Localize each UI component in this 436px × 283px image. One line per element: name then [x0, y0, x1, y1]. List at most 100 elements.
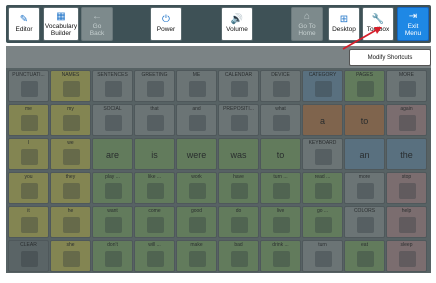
exit-menu-button[interactable]: ⇥ Exit Menu [397, 7, 429, 41]
grid-cell[interactable]: they [50, 172, 91, 204]
grid-cell[interactable]: want [92, 206, 133, 238]
go-to-home-icon: ⌂ [303, 10, 311, 22]
grid-cell-label: that [150, 106, 159, 112]
symbol-picture-icon [21, 81, 38, 97]
grid-cell[interactable]: will ... [134, 240, 175, 272]
grid-cell[interactable]: COLORS [344, 206, 385, 238]
modify-shortcuts-button[interactable]: Modify Shortcuts [349, 49, 431, 66]
grid-cell-label: the [400, 150, 413, 160]
grid-cell[interactable]: turn ... [260, 172, 301, 204]
symbol-picture-icon [273, 81, 290, 97]
grid-cell[interactable]: turn [302, 240, 343, 272]
symbol-picture-icon [21, 251, 38, 267]
go-to-home-button[interactable]: ⌂ Go To Home [291, 7, 323, 41]
grid-cell[interactable]: SENTENCES [92, 70, 133, 102]
grid-cell[interactable]: what [260, 104, 301, 136]
grid-cell[interactable]: I [8, 138, 49, 170]
grid-cell[interactable]: have [218, 172, 259, 204]
grid-cell[interactable]: come [134, 206, 175, 238]
grid-cell[interactable]: was [218, 138, 259, 170]
grid-cell-label: what [275, 106, 286, 112]
symbol-picture-icon [315, 217, 332, 233]
grid-cell-label: an [359, 150, 370, 160]
grid-cell[interactable]: CATEGORY [302, 70, 343, 102]
grid-cell[interactable]: do [218, 206, 259, 238]
grid-cell[interactable]: good [176, 206, 217, 238]
grid-cell[interactable]: the [386, 138, 427, 170]
grid-cell[interactable]: sleep [386, 240, 427, 272]
grid-cell[interactable]: PUNCTUATI... [8, 70, 49, 102]
symbol-picture-icon [147, 251, 164, 267]
grid-cell[interactable]: it [8, 206, 49, 238]
symbol-picture-icon [273, 115, 290, 131]
grid-cell[interactable]: and [176, 104, 217, 136]
go-back-icon: ← [92, 10, 102, 22]
grid-cell-label: bad [234, 242, 243, 248]
toolbox-button[interactable]: 🔧 Toolbox [362, 7, 394, 41]
grid-cell[interactable]: GREETING [134, 70, 175, 102]
grid-cell[interactable]: we [50, 138, 91, 170]
volume-button[interactable]: 🔊 Volume [221, 7, 253, 41]
grid-cell[interactable]: that [134, 104, 175, 136]
grid-cell[interactable]: MORE [386, 70, 427, 102]
grid-cell-label: sleep [400, 242, 413, 248]
grid-cell[interactable]: ME [176, 70, 217, 102]
editor-icon: ✎ [19, 14, 29, 25]
grid-cell[interactable]: she [50, 240, 91, 272]
grid-cell[interactable]: you [8, 172, 49, 204]
grid-cell[interactable]: drink ... [260, 240, 301, 272]
vocabulary-builder-button[interactable]: ▦ Vocabulary Builder [43, 7, 79, 41]
grid-cell[interactable]: PREPOSITI... [218, 104, 259, 136]
grid-cell[interactable]: eat [344, 240, 385, 272]
grid-cell-label: ME [192, 72, 201, 78]
grid-cell[interactable]: go ... [302, 206, 343, 238]
grid-cell[interactable]: to [260, 138, 301, 170]
symbol-picture-icon [189, 251, 206, 267]
grid-cell[interactable]: CALENDAR [218, 70, 259, 102]
grid-cell[interactable]: DEVICE [260, 70, 301, 102]
symbol-picture-icon [399, 183, 416, 199]
symbol-picture-icon [399, 81, 416, 97]
grid-cell-label: stop [401, 174, 412, 180]
grid-cell[interactable]: he [50, 206, 91, 238]
grid-cell[interactable]: to [344, 104, 385, 136]
grid-cell[interactable]: SOCIAL [92, 104, 133, 136]
grid-cell[interactable]: CLEAR [8, 240, 49, 272]
grid-cell-label: turn ... [273, 174, 288, 180]
grid-cell[interactable]: help [386, 206, 427, 238]
editor-button[interactable]: ✎ Editor [8, 7, 40, 41]
grid-cell[interactable]: is [134, 138, 175, 170]
grid-cell[interactable]: were [176, 138, 217, 170]
grid-cell-label: he [67, 208, 74, 214]
grid-cell[interactable]: NAMES [50, 70, 91, 102]
grid-cell[interactable]: work [176, 172, 217, 204]
grid-cell[interactable]: an [344, 138, 385, 170]
grid-cell-label: want [107, 208, 118, 214]
grid-cell[interactable]: stop [386, 172, 427, 204]
go-back-button[interactable]: ← Go Back [81, 7, 113, 41]
toolbar-button-label: Exit Menu [404, 22, 422, 37]
grid-cell[interactable]: read ... [302, 172, 343, 204]
symbol-picture-icon [63, 251, 80, 267]
power-button[interactable]: ⏻ Power [150, 7, 182, 41]
grid-cell[interactable]: KEYBOARD [302, 138, 343, 170]
grid-cell[interactable]: more [344, 172, 385, 204]
desktop-button[interactable]: ⊞ Desktop [328, 7, 360, 41]
grid-cell[interactable]: a [302, 104, 343, 136]
grid-cell[interactable]: like ... [134, 172, 175, 204]
symbol-picture-icon [357, 217, 374, 233]
grid-cell[interactable]: PAGES [344, 70, 385, 102]
grid-cell[interactable]: don't [92, 240, 133, 272]
grid-cell[interactable]: again [386, 104, 427, 136]
grid-cell[interactable]: live [260, 206, 301, 238]
symbol-picture-icon [21, 183, 38, 199]
grid-cell[interactable]: bad [218, 240, 259, 272]
grid-cell[interactable]: play ... [92, 172, 133, 204]
toolbar-button-label: Desktop [332, 26, 356, 33]
grid-cell-label: a [319, 116, 325, 126]
grid-cell[interactable]: me [8, 104, 49, 136]
symbol-picture-icon [357, 251, 374, 267]
grid-cell[interactable]: make [176, 240, 217, 272]
grid-cell[interactable]: are [92, 138, 133, 170]
grid-cell[interactable]: my [50, 104, 91, 136]
